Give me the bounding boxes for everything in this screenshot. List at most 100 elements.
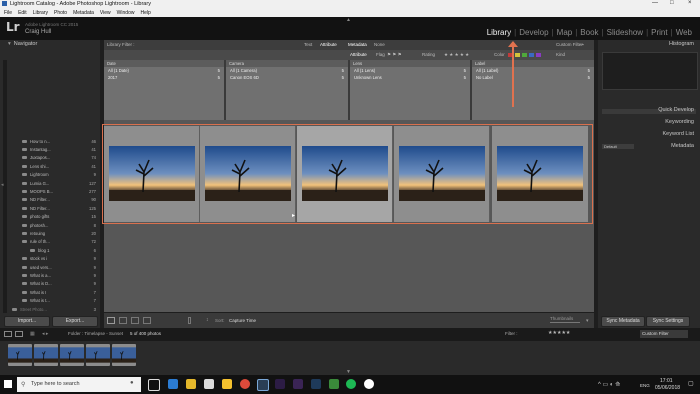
- secondary-display-icon[interactable]: [15, 331, 23, 337]
- menu-photo[interactable]: Photo: [54, 10, 67, 16]
- folder-item[interactable]: Lumia G... 127: [22, 179, 100, 187]
- color-blue-icon[interactable]: [529, 53, 534, 57]
- folder-item[interactable]: Lens shi... 41: [22, 162, 100, 170]
- left-panel-scrollbar[interactable]: [3, 60, 7, 335]
- folder-item[interactable]: Instantag... 41: [22, 145, 100, 153]
- module-web[interactable]: Web: [676, 28, 692, 37]
- clock-date[interactable]: 05/06/2018: [655, 385, 680, 391]
- module-slideshow[interactable]: Slideshow: [607, 28, 643, 37]
- rating-stars-icon[interactable]: ★ ★ ★ ★ ★: [444, 52, 469, 58]
- filter-tab-attribute[interactable]: Attribute: [320, 42, 337, 47]
- filter-tab-metadata[interactable]: Metadata: [348, 42, 367, 47]
- menu-help[interactable]: Help: [140, 10, 150, 16]
- column-row[interactable]: All (1 Camera) 5: [226, 67, 348, 74]
- metadata-preset-dropdown[interactable]: Default: [602, 144, 634, 149]
- keyword-list-header[interactable]: Keyword List: [663, 130, 695, 138]
- survey-view-icon[interactable]: [143, 317, 151, 324]
- compare-view-icon[interactable]: [131, 317, 139, 324]
- taskbar-search-input[interactable]: Type here to search: [17, 377, 141, 392]
- color-yellow-icon[interactable]: [515, 53, 520, 57]
- module-print[interactable]: Print: [651, 28, 667, 37]
- folder-item[interactable]: MOOPS B... 277: [22, 187, 100, 195]
- chrome-icon[interactable]: [240, 379, 250, 389]
- sort-dropdown[interactable]: Capture Time: [229, 318, 256, 323]
- histogram-header[interactable]: Histogram: [598, 40, 700, 48]
- after-effects-icon[interactable]: [293, 379, 303, 389]
- column-row[interactable]: All (1 Lens) 5: [350, 67, 470, 74]
- import-button[interactable]: Import...: [4, 316, 50, 327]
- folder-item[interactable]: What is D... 9: [22, 280, 100, 288]
- filmstrip-source[interactable]: Folder : Timelapse - Sunset: [68, 331, 123, 336]
- minimize-icon[interactable]: —: [652, 0, 658, 6]
- thumbnail-size-slider[interactable]: [550, 322, 580, 323]
- sync-settings-button[interactable]: Sync Settings: [646, 316, 690, 327]
- color-purple-icon[interactable]: [536, 53, 541, 57]
- filter-tab-text[interactable]: Text: [304, 42, 312, 47]
- folder-item[interactable]: used vers... 9: [22, 263, 100, 271]
- folder-item[interactable]: Lightroom 9: [22, 171, 100, 179]
- module-map[interactable]: Map: [557, 28, 573, 37]
- painter-icon[interactable]: [188, 317, 191, 324]
- flag-icons[interactable]: ⚑ ⚑ ⚑: [387, 52, 402, 58]
- navigator-header[interactable]: ▾ Navigator: [0, 40, 100, 48]
- filter-preset-dropdown[interactable]: Custom Filter: [640, 330, 688, 338]
- column-row[interactable]: Canon EOS 6D 5: [226, 74, 348, 81]
- custom-filter-dropdown[interactable]: Custom Filter: [556, 42, 583, 47]
- folder-item[interactable]: Street Photo... 3: [12, 305, 100, 313]
- shield-icon[interactable]: [329, 379, 339, 389]
- clock-time[interactable]: 17:01: [660, 378, 673, 384]
- column-row[interactable]: No Label 5: [472, 74, 594, 81]
- toolbar-menu-icon[interactable]: ▾: [586, 318, 589, 324]
- folder-item[interactable]: What is I 7: [22, 288, 100, 296]
- photoshop-icon[interactable]: [311, 379, 321, 389]
- windows-start-icon[interactable]: [4, 380, 12, 388]
- column-row[interactable]: Unknown Lens 5: [350, 74, 470, 81]
- sync-metadata-button[interactable]: Sync Metadata: [601, 316, 645, 327]
- edge-icon[interactable]: [168, 379, 178, 389]
- task-view-icon[interactable]: [148, 379, 160, 391]
- column-header[interactable]: Date: [104, 60, 224, 67]
- folder-item[interactable]: Juxtapos... 74: [22, 154, 100, 162]
- column-header[interactable]: Lens: [350, 60, 470, 67]
- export-button[interactable]: Export...: [52, 316, 98, 327]
- module-library[interactable]: Library: [487, 28, 511, 37]
- folder-item[interactable]: What is a... 9: [22, 271, 100, 279]
- system-tray-icons[interactable]: ^ ▭ ◐ ⟰: [598, 381, 620, 388]
- folder-item[interactable]: ND Filter... 125: [22, 204, 100, 212]
- color-green-icon[interactable]: [522, 53, 527, 57]
- module-book[interactable]: Book: [580, 28, 598, 37]
- column-row[interactable]: All (1 Label) 5: [472, 67, 594, 74]
- filmstrip-thumbnail[interactable]: [60, 344, 84, 366]
- menu-metadata[interactable]: Metadata: [73, 10, 94, 16]
- file-explorer-icon[interactable]: [186, 379, 196, 389]
- folder-item[interactable]: rule of th... 72: [22, 238, 100, 246]
- column-row[interactable]: 2017 5: [104, 74, 224, 81]
- column-row[interactable]: All (1 Date) 5: [104, 67, 224, 74]
- filter-tab-none[interactable]: None: [374, 42, 385, 47]
- language-indicator[interactable]: ENG: [640, 383, 650, 388]
- filmstrip-thumbnail[interactable]: [8, 344, 32, 366]
- grid-small-icon[interactable]: ▦: [30, 331, 35, 337]
- folder-item[interactable]: photosh... 8: [22, 221, 100, 229]
- folder-item[interactable]: stock vs i 9: [22, 254, 100, 262]
- column-header[interactable]: Label: [472, 60, 594, 67]
- spotify-icon[interactable]: [346, 379, 356, 389]
- sort-direction-icon[interactable]: ↕: [206, 317, 209, 323]
- keywording-header[interactable]: Keywording: [665, 118, 694, 126]
- lock-icon[interactable]: ▪: [582, 42, 584, 47]
- grid-view-icon[interactable]: [107, 317, 115, 324]
- column-header[interactable]: Camera: [226, 60, 348, 67]
- folder-item[interactable]: ND Filter... 90: [22, 196, 100, 204]
- back-arrow-icon[interactable]: ◂ ▸: [42, 331, 48, 337]
- close-icon[interactable]: ×: [688, 0, 692, 6]
- quick-develop-header[interactable]: Quick Develop: [658, 106, 694, 114]
- menu-window[interactable]: Window: [117, 10, 135, 16]
- menu-edit[interactable]: Edit: [18, 10, 27, 16]
- maximize-icon[interactable]: □: [670, 0, 674, 6]
- filter-stars-icon[interactable]: ★★★★★: [548, 330, 570, 336]
- microphone-icon[interactable]: ●: [130, 380, 134, 386]
- lightroom-taskbar-icon[interactable]: [257, 379, 269, 391]
- folder-item[interactable]: retouing 20: [22, 229, 100, 237]
- notifications-icon[interactable]: ▢: [688, 380, 694, 387]
- filmstrip-thumbnail[interactable]: [86, 344, 110, 366]
